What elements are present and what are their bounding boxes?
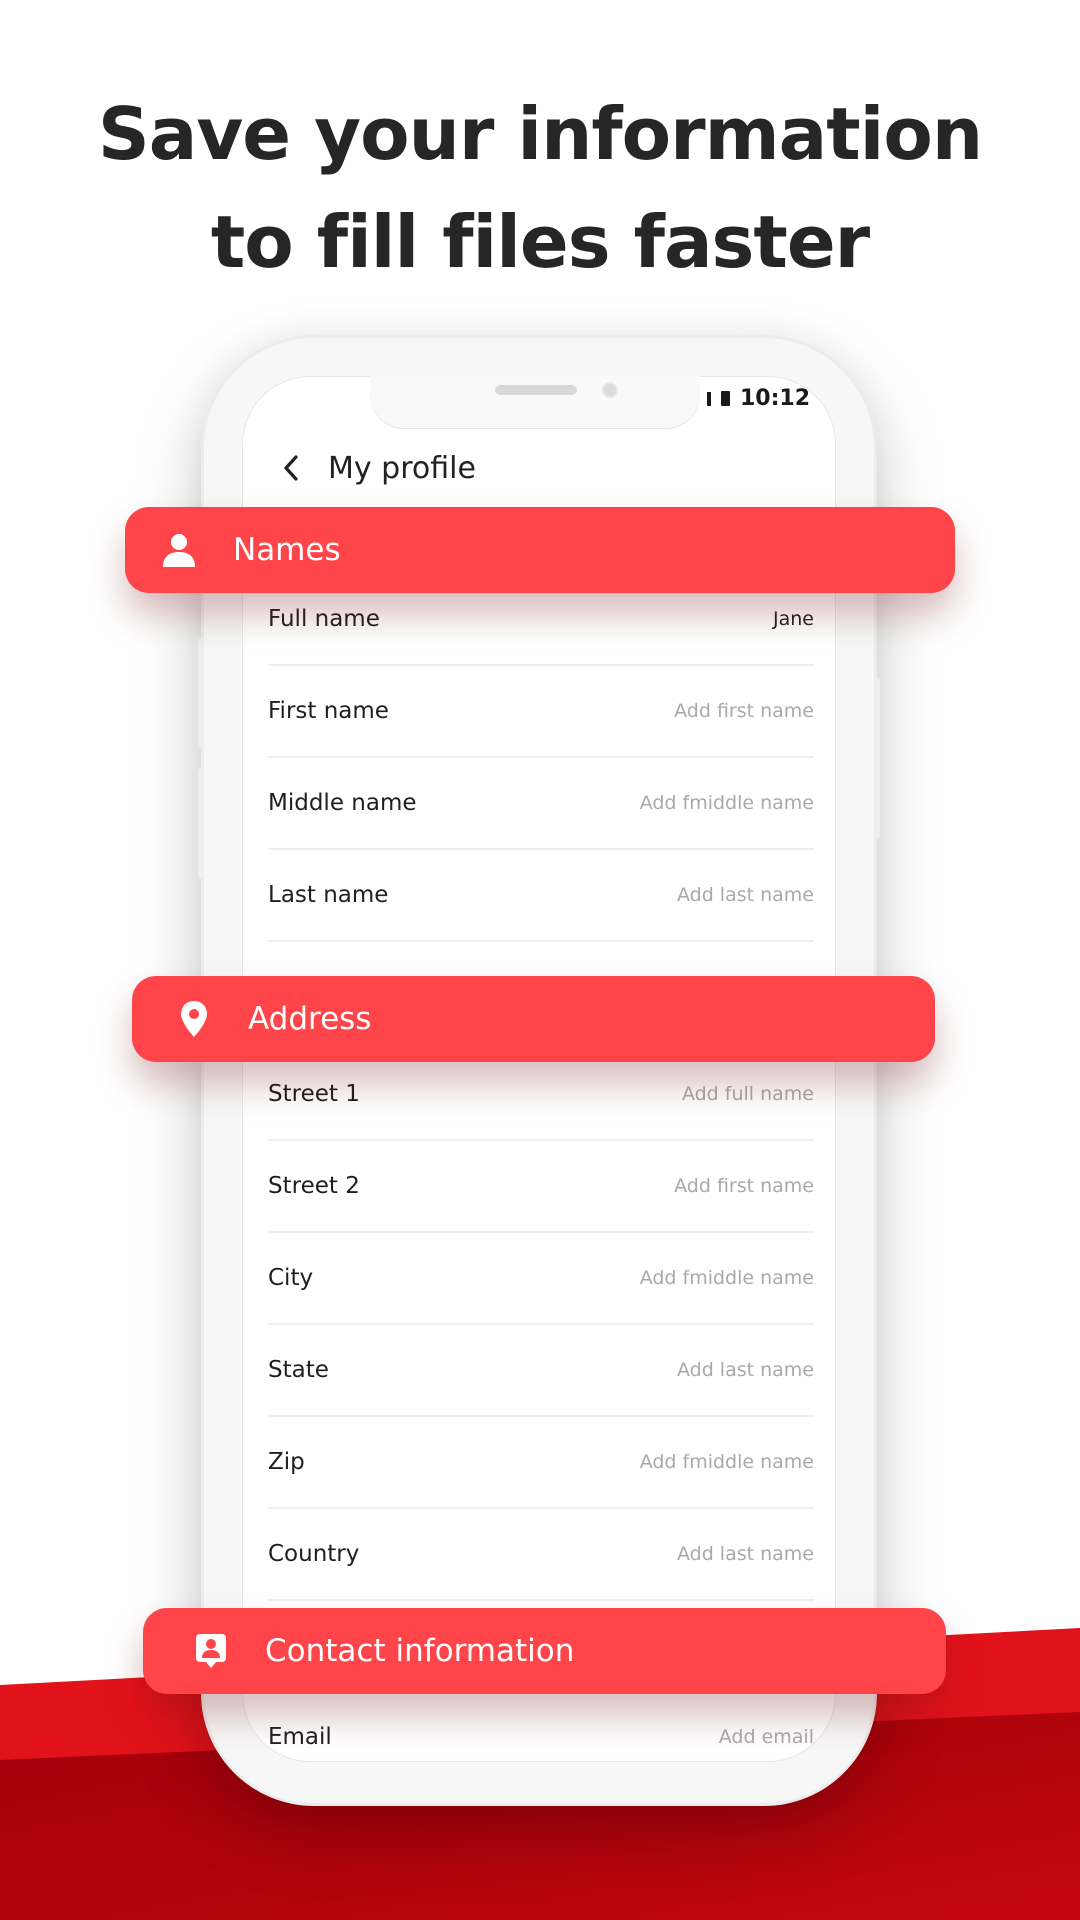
field-value: Jane [773, 608, 814, 630]
speaker-grille [495, 385, 577, 395]
app-header: My profile [276, 438, 476, 498]
location-pin-icon [176, 999, 212, 1039]
phone-side-button [198, 768, 204, 878]
field-label: City [268, 1265, 314, 1291]
field-label: Street 2 [268, 1173, 360, 1199]
field-label: First name [268, 698, 389, 724]
field-placeholder: Add fmiddle name [639, 1267, 814, 1289]
field-middle-name[interactable]: Middle name Add fmiddle name [268, 758, 814, 850]
field-street-1[interactable]: Street 1 Add full name [268, 1049, 814, 1141]
phone-side-button [874, 678, 880, 838]
section-title: Names [233, 532, 341, 568]
section-banner-names: Names [125, 507, 955, 593]
chevron-left-icon[interactable] [276, 453, 306, 483]
field-placeholder: Add last name [676, 1543, 814, 1565]
headline-line-2: to fill files faster [210, 200, 870, 284]
field-last-name[interactable]: Last name Add last name [268, 850, 814, 942]
section-title: Contact information [265, 1633, 575, 1669]
field-placeholder: Add first name [674, 700, 814, 722]
field-placeholder: Add last name [676, 1359, 814, 1381]
field-placeholder: Add email [718, 1726, 814, 1748]
field-placeholder: Add full name [681, 1083, 814, 1105]
section-banner-address: Address [132, 976, 935, 1062]
front-camera [602, 382, 618, 398]
field-placeholder: Add first name [674, 1175, 814, 1197]
field-placeholder: Add fmiddle name [639, 792, 814, 814]
section-title: Address [248, 1001, 372, 1037]
signal-icon [706, 391, 711, 406]
field-email[interactable]: Email Add email [268, 1691, 814, 1762]
field-city[interactable]: City Add fmiddle name [268, 1233, 814, 1325]
field-label: Zip [268, 1449, 305, 1475]
headline-line-1: Save your information [97, 92, 983, 176]
field-placeholder: Add fmiddle name [639, 1451, 814, 1473]
field-label: Middle name [268, 790, 417, 816]
field-label: Email [268, 1724, 332, 1750]
phone-side-button [198, 638, 204, 748]
field-label: Full name [268, 606, 380, 632]
field-placeholder: Add last name [676, 884, 814, 906]
section-banner-contact: Contact information [143, 1608, 946, 1694]
field-label: Country [268, 1541, 360, 1567]
field-zip[interactable]: Zip Add fmiddle name [268, 1417, 814, 1509]
person-icon [157, 531, 201, 569]
page-title: My profile [328, 450, 476, 486]
status-time: 10:12 [739, 386, 810, 411]
contact-card-icon [193, 1633, 229, 1669]
field-street-2[interactable]: Street 2 Add first name [268, 1141, 814, 1233]
field-country[interactable]: Country Add last name [268, 1509, 814, 1601]
field-label: Last name [268, 882, 389, 908]
headline: Save your information to fill files fast… [0, 80, 1080, 296]
status-bar: 10:12 [706, 386, 810, 411]
field-state[interactable]: State Add last name [268, 1325, 814, 1417]
field-label: State [268, 1357, 329, 1383]
field-label: Street 1 [268, 1081, 360, 1107]
battery-icon [720, 391, 730, 406]
field-first-name[interactable]: First name Add first name [268, 666, 814, 758]
phone-notch [370, 376, 700, 428]
